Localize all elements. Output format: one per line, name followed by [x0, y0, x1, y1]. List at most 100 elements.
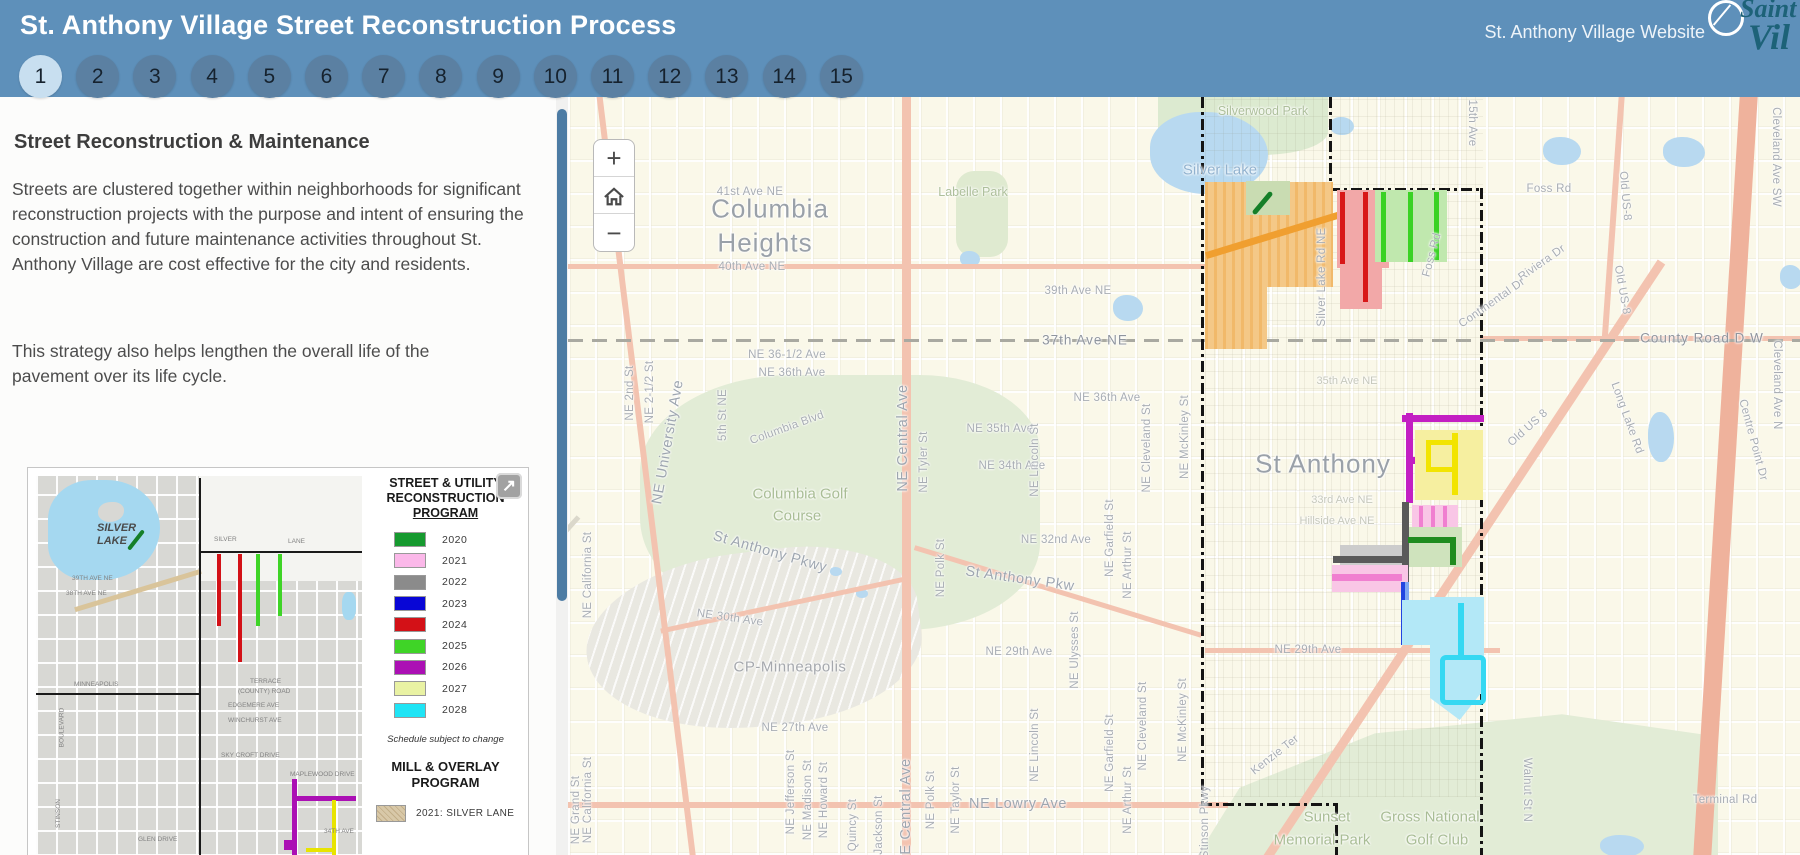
map-label: Silverwood Park	[1217, 104, 1309, 118]
map-label: NE Arthur St	[1122, 531, 1134, 599]
map-label: NE Madison St	[802, 759, 814, 841]
map-label: Foss Rd	[1526, 183, 1572, 195]
map-label: Columbia	[711, 193, 829, 224]
home-button[interactable]	[594, 177, 634, 214]
map-zoom-control: + −	[593, 139, 635, 252]
map-label: Labelle Park	[938, 185, 1008, 199]
map-label: NE Arthur St	[1122, 766, 1134, 834]
step-button-1[interactable]: 1	[19, 55, 62, 98]
overlay-2025-segment	[1381, 192, 1386, 262]
zoom-in-button[interactable]: +	[594, 140, 634, 177]
step-button-3[interactable]: 3	[133, 55, 177, 98]
mill-overlay-row: 2021: SILVER LANE	[368, 804, 523, 822]
map-label: 35th Ave NE	[1316, 375, 1378, 387]
step-button-12[interactable]: 12	[648, 55, 692, 98]
mini-map-label: 34TH AVE	[324, 828, 354, 835]
map-label: NE Jefferson St	[785, 749, 797, 835]
map-label: Jackson St	[873, 795, 885, 855]
map-label: County Road D W	[1640, 330, 1764, 346]
step-button-6[interactable]: 6	[305, 55, 348, 98]
map-label: Cleveland Ave N	[1771, 340, 1783, 430]
legend-swatch-2023	[394, 596, 426, 612]
legend-swatch-2020	[394, 532, 426, 548]
map-label: NE Cleveland St	[1137, 681, 1149, 771]
overlay-2027-segment	[1426, 440, 1431, 472]
legend-swatch-2026	[394, 659, 426, 675]
map-label: NE 27th Ave	[761, 722, 829, 734]
map-label: 39th Ave NE	[1044, 285, 1112, 297]
mini-segment-2026	[284, 840, 296, 850]
step-button-2[interactable]: 2	[76, 55, 120, 98]
map-label: 33rd Ave NE	[1311, 494, 1373, 506]
program-map-figure[interactable]: SILVER LAKE SILVER LANE 39TH AVE NE 38TH…	[27, 467, 529, 855]
map-label: NE Garfield St	[1104, 499, 1116, 577]
map-label: Memorial Park	[1273, 831, 1371, 849]
mini-map-label: EDGEMERE AVE	[228, 702, 280, 709]
map-label: NE California St	[582, 756, 594, 844]
road-40th-ave	[568, 264, 1208, 269]
website-link[interactable]: St. Anthony Village Website	[1485, 22, 1705, 43]
legend-year-label: 2028	[442, 704, 468, 717]
map-label: NE 35th Ave	[966, 423, 1034, 435]
mini-boundary	[36, 693, 199, 695]
sidebar-scrollbar[interactable]	[556, 97, 568, 855]
map-label: NE Polk St	[925, 770, 937, 830]
mini-map-label: LANE	[288, 538, 305, 545]
mill-label: 2021: SILVER LANE	[416, 807, 515, 819]
pond	[1780, 265, 1800, 289]
legend: STREET & UTILITY RECONSTRUCTION PROGRAM …	[368, 474, 523, 822]
overlay-2024-segment	[1340, 192, 1345, 264]
overlay-2026-segment	[1402, 415, 1484, 422]
map-canvas[interactable]: Silverwood Park Silver Lake Labelle Park 41…	[568, 97, 1800, 855]
labelle-park-area	[956, 171, 1008, 257]
legend-swatch-2025	[394, 638, 426, 654]
sidebar-heading: Street Reconstruction & Maintenance	[14, 131, 370, 153]
map-label: Columbia Golf	[752, 485, 848, 503]
step-button-14[interactable]: 14	[762, 55, 806, 98]
map-label: NE Polk St	[935, 538, 947, 598]
legend-year-label: 2026	[442, 661, 468, 674]
mini-map-label: MINNEAPOLIS	[74, 681, 119, 688]
overlay-2025-segment	[1408, 192, 1413, 262]
expand-icon[interactable]: ↗	[496, 473, 522, 499]
step-button-7[interactable]: 7	[362, 55, 406, 98]
map-label: Gross National	[1380, 808, 1480, 826]
step-button-13[interactable]: 13	[705, 55, 749, 98]
map-label: NE 36th Ave	[1073, 392, 1141, 404]
legend-row-2023: 2023	[368, 593, 523, 614]
map-label: NE Cleveland St	[1141, 403, 1153, 493]
step-button-9[interactable]: 9	[476, 55, 520, 98]
map-label: NE 2-1/2 St	[644, 360, 656, 424]
step-button-4[interactable]: 4	[190, 55, 234, 98]
mini-segment-2027	[306, 848, 336, 852]
legend-swatch-2024	[394, 617, 426, 633]
city-boundary	[1329, 97, 1332, 190]
legend-row-2024: 2024	[368, 614, 523, 635]
step-button-15[interactable]: 15	[819, 55, 863, 98]
mini-map-label: MAPLEWOOD DRIVE	[290, 771, 355, 778]
scrollbar-thumb[interactable]	[557, 109, 567, 601]
step-button-10[interactable]: 10	[533, 55, 577, 98]
legend-year-label: 2021	[442, 554, 468, 567]
mini-boundary	[199, 478, 201, 855]
map-label: CP-Minneapolis	[733, 658, 847, 676]
logo-wheel-icon	[1708, 0, 1744, 36]
sidebar-paragraph-1: Streets are clustered together within ne…	[12, 179, 524, 274]
map-label: Cleveland Ave SW	[1770, 107, 1782, 207]
mini-map: SILVER LAKE SILVER LANE 39TH AVE NE 38TH…	[36, 476, 362, 855]
overlay-2020-segment	[1408, 537, 1455, 543]
step-button-11[interactable]: 11	[591, 55, 634, 98]
map-label: 15th Ave	[1466, 99, 1478, 147]
step-button-8[interactable]: 8	[419, 55, 463, 98]
logo-spoke-icon	[1712, 4, 1732, 26]
logo-text-line1: Saint	[1740, 0, 1797, 23]
sidebar: Street Reconstruction & Maintenance Stre…	[0, 97, 568, 855]
village-logo-icon: Saint Vil	[1708, 0, 1800, 66]
mini-boundary	[199, 551, 362, 553]
step-button-5[interactable]: 5	[247, 55, 291, 98]
map-label: NE 36th Ave	[758, 367, 826, 379]
zoom-out-button[interactable]: −	[594, 214, 634, 251]
map-label: Silver Lake Rd NE	[1316, 227, 1328, 327]
map-label: Golf Club	[1405, 831, 1469, 849]
golf-pond	[830, 567, 842, 576]
